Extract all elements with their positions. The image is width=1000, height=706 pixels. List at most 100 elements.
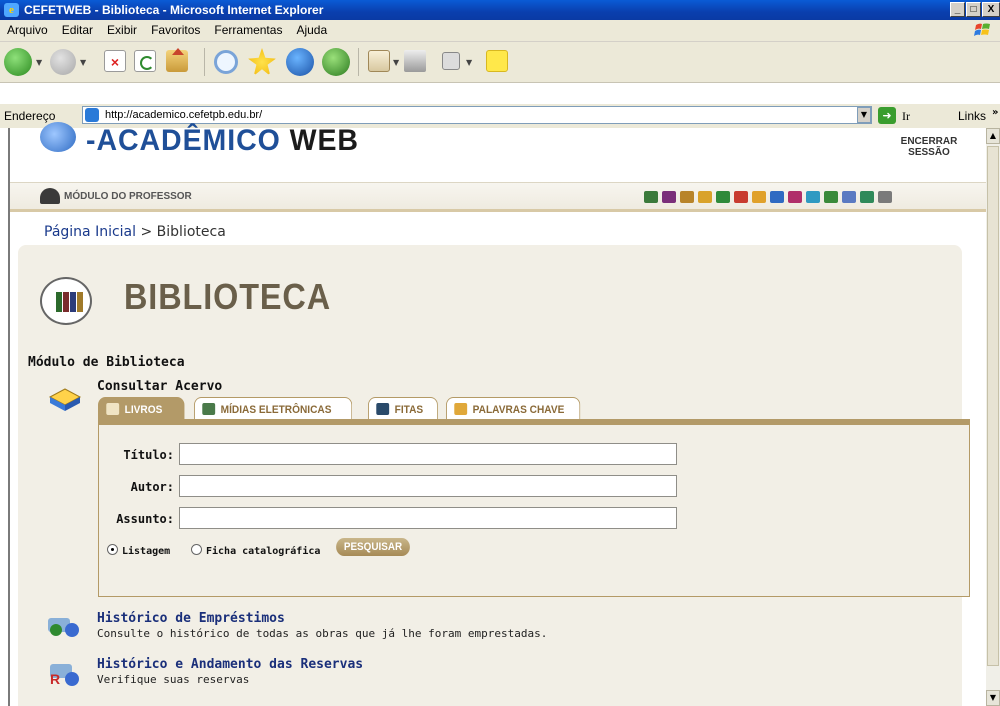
breadcrumb-current: Biblioteca: [156, 224, 226, 240]
print-icon[interactable]: [404, 50, 426, 72]
address-label: Endereço: [4, 109, 56, 123]
media-icon[interactable]: [286, 48, 314, 76]
scroll-thumb[interactable]: [987, 146, 999, 666]
module-shortcut-icon[interactable]: [662, 191, 676, 203]
favorites-icon[interactable]: [248, 48, 276, 76]
scroll-up-icon[interactable]: ▲: [986, 128, 1000, 144]
open-book-icon: [48, 388, 82, 411]
historico-reservas-link[interactable]: Histórico e Andamento das Reservas: [97, 657, 363, 672]
module-shortcut-icon[interactable]: [680, 191, 694, 203]
ficha-catalografica-label[interactable]: Ficha catalográfica: [206, 546, 320, 557]
menu-arquivo[interactable]: Arquivo: [0, 20, 55, 37]
history-icon[interactable]: [322, 48, 350, 76]
edit-icon[interactable]: [442, 52, 460, 70]
close-button[interactable]: X: [982, 2, 1000, 17]
reservations-icon: R: [50, 664, 79, 686]
historico-emprestimos-desc: Consulte o histórico de todas as obras q…: [97, 627, 548, 640]
listagem-label[interactable]: Listagem: [122, 546, 170, 557]
menu-ajuda[interactable]: Ajuda: [289, 20, 334, 37]
consultar-acervo-title: Consultar Acervo: [97, 379, 223, 394]
pesquisar-button[interactable]: PESQUISAR: [336, 538, 410, 556]
go-button[interactable]: Ir: [902, 109, 910, 124]
module-label: MÓDULO DO PROFESSOR: [64, 191, 192, 202]
menu-exibir[interactable]: Exibir: [100, 20, 144, 37]
window-title-bar: e CEFETWEB - Biblioteca - Microsoft Inte…: [0, 0, 1000, 20]
mail-icon[interactable]: [368, 50, 390, 72]
breadcrumb-home-link[interactable]: Página Inicial: [44, 224, 136, 240]
links-chevron-icon[interactable]: »: [992, 107, 998, 118]
ie-icon: e: [4, 3, 19, 17]
module-bar: MÓDULO DO PROFESSOR: [10, 182, 986, 212]
module-shortcut-icon[interactable]: [644, 191, 658, 203]
window-title: CEFETWEB - Biblioteca - Microsoft Intern…: [24, 3, 324, 17]
module-shortcut-icon[interactable]: [860, 191, 874, 203]
edit-dropdown-icon[interactable]: ▼: [466, 58, 472, 67]
loan-history-icon: [48, 618, 79, 637]
windows-logo-icon: [974, 23, 990, 36]
address-input[interactable]: http://academico.cefetpb.edu.br/: [82, 106, 872, 124]
menu-bar: Arquivo Editar Exibir Favoritos Ferramentas A…: [0, 20, 1000, 42]
mail-dropdown-icon[interactable]: ▼: [393, 58, 399, 67]
teacher-icon: [40, 188, 60, 204]
autor-input[interactable]: [179, 475, 677, 497]
module-shortcut-icon[interactable]: [824, 191, 838, 203]
maximize-button[interactable]: □: [966, 2, 981, 17]
historico-reservas-desc: Verifique suas reservas: [97, 673, 250, 686]
module-shortcut-icon[interactable]: [770, 191, 784, 203]
page-title: BIBLIOTECA: [124, 276, 331, 317]
svg-text:R: R: [50, 671, 60, 686]
address-dropdown-icon[interactable]: ▼: [857, 107, 871, 123]
tab-palavras-chave[interactable]: PALAVRAS CHAVE: [446, 397, 581, 420]
module-shortcut-icon[interactable]: [716, 191, 730, 203]
historico-emprestimos-link[interactable]: Histórico de Empréstimos: [97, 611, 285, 626]
logo-globe-icon: [40, 122, 76, 152]
logout-line-2[interactable]: SESSÃO: [894, 147, 964, 158]
tape-tab-icon: [376, 403, 390, 415]
refresh-icon[interactable]: [134, 50, 156, 72]
forward-dropdown-icon[interactable]: ▼: [80, 58, 86, 67]
books-tab-icon: [106, 403, 120, 415]
module-shortcut-icon[interactable]: [788, 191, 802, 203]
module-title: Módulo de Biblioteca: [28, 355, 185, 370]
scroll-down-icon[interactable]: ▼: [986, 690, 1000, 706]
logout-line-1[interactable]: ENCERRAR: [894, 136, 964, 147]
breadcrumb: Página Inicial > Biblioteca: [44, 224, 226, 240]
module-shortcut-icon[interactable]: [734, 191, 748, 203]
assunto-input[interactable]: [179, 507, 677, 529]
lock-tab-icon: [454, 403, 468, 415]
toolbar: ▼ ▼ × ▼ ▼: [0, 42, 1000, 83]
tab-livros[interactable]: LIVROS: [98, 397, 185, 420]
logout-link[interactable]: ENCERRAR SESSÃO: [894, 136, 964, 158]
module-shortcut-icon[interactable]: [806, 191, 820, 203]
minimize-button[interactable]: _: [950, 2, 965, 17]
tab-midias-eletronicas[interactable]: MÍDIAS ELETRÔNICAS: [194, 397, 353, 420]
module-shortcut-icon[interactable]: [878, 191, 892, 203]
links-button[interactable]: Links: [958, 109, 986, 123]
logo-text-web: WEB: [289, 124, 359, 157]
autor-label: Autor:: [130, 480, 174, 494]
ficha-catalografica-radio[interactable]: [191, 544, 202, 555]
menu-ferramentas[interactable]: Ferramentas: [207, 20, 289, 37]
titulo-input[interactable]: [179, 443, 677, 465]
back-icon[interactable]: [4, 48, 32, 76]
menu-editar[interactable]: Editar: [55, 20, 100, 37]
listagem-radio[interactable]: [107, 544, 118, 555]
page-icon: [85, 108, 99, 122]
forward-icon[interactable]: [50, 49, 76, 75]
home-icon[interactable]: [166, 48, 188, 72]
cd-tab-icon: [202, 403, 216, 415]
module-shortcut-icon[interactable]: [698, 191, 712, 203]
tab-fitas[interactable]: FITAS: [368, 397, 438, 420]
back-dropdown-icon[interactable]: ▼: [36, 58, 42, 67]
go-arrow-icon[interactable]: ➜: [878, 107, 896, 124]
breadcrumb-separator: >: [136, 224, 157, 240]
search-icon[interactable]: [214, 50, 238, 74]
notes-icon[interactable]: [486, 50, 508, 72]
titulo-label: Título:: [123, 448, 174, 462]
module-shortcut-icon[interactable]: [842, 191, 856, 203]
module-shortcut-icon[interactable]: [752, 191, 766, 203]
menu-favoritos[interactable]: Favoritos: [144, 20, 207, 37]
vertical-scrollbar[interactable]: ▲ ▼: [986, 128, 1000, 706]
stop-icon[interactable]: ×: [104, 50, 126, 72]
address-url[interactable]: http://academico.cefetpb.edu.br/: [105, 109, 262, 121]
